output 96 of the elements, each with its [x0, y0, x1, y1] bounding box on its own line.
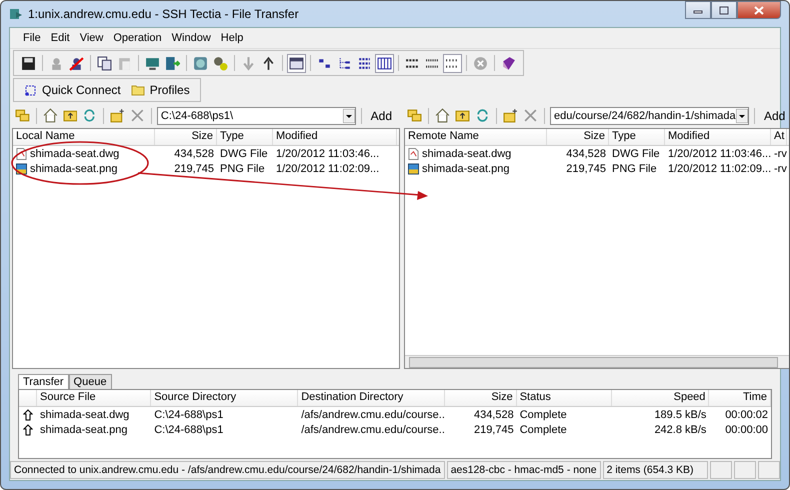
- dropdown-caret-icon[interactable]: [736, 108, 748, 122]
- menu-item[interactable]: Operation: [108, 31, 167, 45]
- table-cell-text: DWG File: [219, 148, 269, 160]
- menu-item[interactable]: View: [74, 31, 108, 45]
- status-panel: [710, 461, 732, 479]
- file-name[interactable]: shimada-seat.dwg: [30, 148, 120, 160]
- column-header[interactable]: Source Directory: [151, 390, 298, 406]
- file-name[interactable]: shimada-seat.png: [422, 162, 510, 174]
- upload-arrow-icon: [23, 424, 33, 436]
- new-folder-icon[interactable]: [502, 107, 519, 124]
- horizontal-scrollbar[interactable]: [405, 355, 789, 368]
- folders-icon[interactable]: [406, 107, 423, 124]
- maximize-icon: [719, 6, 729, 14]
- dropdown-caret-icon[interactable]: [342, 108, 355, 122]
- table-cell-text: 434,528: [565, 148, 607, 160]
- table-cell-text: Complete: [518, 424, 568, 436]
- table-cell-text: /afs/andrew.cmu.edu/course...: [300, 424, 446, 436]
- disconnect-icon[interactable]: [68, 54, 85, 72]
- column-header[interactable]: Status: [516, 390, 612, 406]
- connect-icon: [24, 84, 37, 96]
- column-header[interactable]: Time: [709, 390, 772, 406]
- column-header[interactable]: Remote Name: [405, 129, 547, 145]
- menu-item[interactable]: Window: [166, 31, 216, 45]
- tab[interactable]: Transfer: [18, 374, 69, 389]
- menu-item[interactable]: File: [18, 31, 46, 45]
- folder-icon: [130, 84, 145, 96]
- status-text: aes128-cbc - hmac-md5 - none: [446, 461, 601, 479]
- folders-icon[interactable]: [14, 107, 31, 124]
- table-cell-text: 219,745: [472, 424, 515, 436]
- new-folder-icon[interactable]: [109, 107, 126, 124]
- table-cell-text: 434,528: [472, 408, 515, 420]
- table-cell-text: PNG File: [611, 162, 658, 174]
- toolbar-button[interactable]: Quick Connect: [20, 81, 125, 99]
- column-header[interactable]: Source File: [37, 390, 152, 406]
- table-cell-text: 1/20/2012 11:02:09...: [275, 162, 380, 174]
- column-header[interactable]: Modified: [273, 129, 397, 145]
- table-cell-text: C:\24-688\ps1: [153, 408, 224, 420]
- add-button[interactable]: Add: [366, 108, 396, 124]
- column-header[interactable]: Size: [445, 390, 517, 406]
- column-header[interactable]: Destination Directory: [298, 390, 446, 406]
- home-icon[interactable]: [434, 107, 451, 124]
- path-dropdown[interactable]: C:\24-688\ps1\: [156, 106, 356, 124]
- file-name[interactable]: shimada-seat.png: [30, 162, 118, 174]
- transfer-icon[interactable]: [164, 54, 181, 72]
- column-header[interactable]: Modified: [665, 129, 771, 145]
- save-icon[interactable]: [20, 54, 37, 72]
- maximize-button[interactable]: [711, 1, 737, 19]
- status-panel: [734, 461, 756, 479]
- column-header[interactable]: Speed: [612, 390, 710, 406]
- status-text: 2 items (654.3 KB): [602, 461, 708, 479]
- add-button[interactable]: Add: [760, 108, 789, 124]
- table-cell-text: 00:00:00: [724, 424, 770, 436]
- table-cell-text: 1/20/2012 11:02:09...: [667, 162, 771, 174]
- column-header[interactable]: Type: [609, 129, 665, 145]
- table-cell-text: -rv: [773, 162, 787, 174]
- table-cell-text: 219,745: [565, 162, 607, 174]
- table-cell-text: 219,745: [173, 162, 215, 174]
- table-cell-text: PNG File: [219, 162, 266, 174]
- close-button[interactable]: [737, 1, 781, 19]
- details-view-icon[interactable]: [376, 54, 393, 72]
- status-panel: [758, 461, 780, 479]
- status-text: Connected to unix.andrew.cmu.edu - /afs/andrew.cmu.edu/course/24/682/handin-1/shimada: [10, 461, 445, 479]
- table-cell-text: shimada-seat.png: [39, 424, 128, 436]
- app-icon: [9, 7, 23, 21]
- path-dropdown[interactable]: edu/course/24/682/handin-1/shimada: [550, 106, 749, 124]
- image-icon: [408, 162, 419, 174]
- table-cell-text: 00:00:02: [724, 408, 770, 420]
- table-cell-text: -rv: [773, 148, 787, 160]
- document-icon: [408, 148, 419, 160]
- close-icon: [754, 6, 764, 14]
- toolbar-button[interactable]: Profiles: [126, 81, 194, 99]
- table-cell-text: shimada-seat.dwg: [39, 408, 130, 420]
- column-header[interactable]: Size: [547, 129, 609, 145]
- minimize-button[interactable]: [685, 1, 711, 19]
- tab[interactable]: Queue: [68, 374, 112, 389]
- copy-icon[interactable]: [96, 54, 113, 72]
- table-cell-text: Complete: [518, 408, 568, 420]
- table-cell-text: 434,528: [173, 148, 215, 160]
- column-header[interactable]: Local Name: [13, 129, 155, 145]
- menu-item[interactable]: Edit: [46, 31, 75, 45]
- table-cell-text: DWG File: [611, 148, 661, 160]
- upload-arrow-icon: [23, 408, 33, 420]
- column-header[interactable]: At: [771, 129, 787, 145]
- home-icon[interactable]: [42, 107, 59, 124]
- window-icon[interactable]: [288, 54, 305, 72]
- column-header[interactable]: Type: [217, 129, 273, 145]
- table-cell-text: 189.5 kB/s: [653, 408, 708, 420]
- file-name[interactable]: shimada-seat.dwg: [422, 148, 512, 160]
- table-cell-text: 1/20/2012 11:03:46...: [667, 148, 771, 160]
- window-title: 1:unix.andrew.cmu.edu - SSH Tectia - File Transfer: [28, 7, 299, 21]
- table-cell-text: /afs/andrew.cmu.edu/course...: [300, 408, 446, 420]
- column-header[interactable]: Size: [155, 129, 217, 145]
- menu-item[interactable]: Help: [216, 31, 248, 45]
- table-cell-text: 1/20/2012 11:03:46...: [275, 148, 380, 160]
- table-cell-text: 242.8 kB/s: [653, 424, 708, 436]
- table-cell-text: C:\24-688\ps1: [153, 424, 224, 436]
